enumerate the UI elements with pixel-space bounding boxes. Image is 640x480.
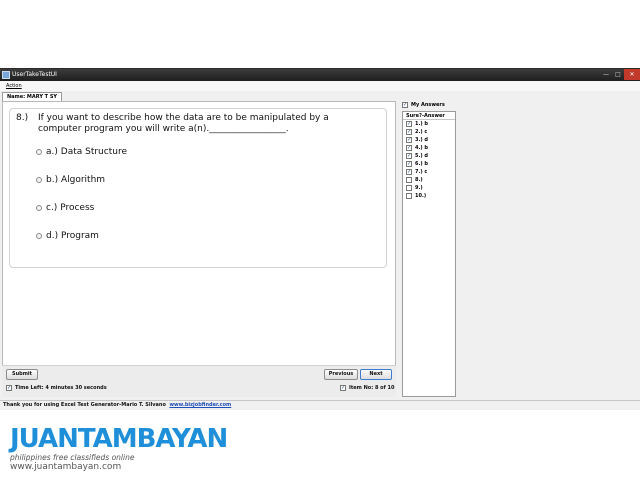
footer-text: Thank you for using Excel Test Generator… xyxy=(3,402,166,408)
checkbox-icon[interactable] xyxy=(406,177,412,183)
option-label: c.) xyxy=(46,203,58,213)
checkbox-checked-icon: ✓ xyxy=(6,385,12,391)
my-answers-label: My Answers xyxy=(411,102,445,108)
answer-rows: ✓ 1.) b ✓ 2.) c ✓ 3.) d ✓ 4.) b ✓ 5.) d ✓ 6.) b ✓ 7.)… xyxy=(403,120,455,200)
option-text: Data Structure xyxy=(60,147,127,157)
checkbox-checked-icon[interactable]: ✓ xyxy=(406,145,412,151)
maximize-icon[interactable]: □ xyxy=(612,69,624,80)
option-text: Algorithm xyxy=(60,175,106,185)
answer-text: 9.) xyxy=(415,185,423,191)
footer-strip: Thank you for using Excel Test Generator… xyxy=(0,400,640,410)
checkbox-checked-icon[interactable]: ✓ xyxy=(406,169,412,175)
menu-bar: Action xyxy=(0,81,640,91)
answer-row[interactable]: ✓ 2.) c xyxy=(403,128,455,136)
app-window: UserTakeTestUI — □ ✕ Action Name: MARY T… xyxy=(0,68,640,410)
window-title: UserTakeTestUI xyxy=(12,71,57,78)
option-label: d.) xyxy=(46,231,59,241)
checkbox-icon[interactable] xyxy=(406,185,412,191)
submit-button[interactable]: Submit xyxy=(6,369,38,380)
checkbox-icon[interactable] xyxy=(406,193,412,199)
checkbox-checked-icon[interactable]: ✓ xyxy=(406,129,412,135)
time-left-status: ✓ Time Left: 4 minutes 30 seconds xyxy=(6,385,107,391)
tab-student-name[interactable]: Name: MARY T SY xyxy=(2,92,63,101)
minimize-icon[interactable]: — xyxy=(600,69,612,80)
checkbox-checked-icon[interactable]: ✓ xyxy=(402,102,408,108)
answer-text: 7.) c xyxy=(415,169,428,175)
logo-url: www.juantambayan.com xyxy=(10,462,122,472)
logo-tagline: philippines free classifieds online xyxy=(10,453,135,462)
checkbox-checked-icon[interactable]: ✓ xyxy=(406,153,412,159)
answer-text: 4.) b xyxy=(415,145,428,151)
radio-button[interactable] xyxy=(36,177,42,183)
window-controls: — □ ✕ xyxy=(600,69,640,81)
option-b[interactable]: b.) Algorithm xyxy=(36,174,105,186)
item-number-text: Item No: 8 of 10 xyxy=(349,385,395,391)
next-button[interactable]: Next xyxy=(360,369,392,380)
answer-text: 8.) xyxy=(415,177,423,183)
question-pane: 8.) If you want to describe how the data… xyxy=(2,101,396,396)
answer-row[interactable]: ✓ 5.) d xyxy=(403,152,455,160)
tab-strip: Name: MARY T SY xyxy=(0,91,400,101)
answer-row[interactable]: ✓ 4.) b xyxy=(403,144,455,152)
answer-row[interactable]: ✓ 3.) d xyxy=(403,136,455,144)
logo-brand: JUANTAMBAYAN xyxy=(10,424,228,454)
radio-button[interactable] xyxy=(36,205,42,211)
option-label: b.) xyxy=(46,175,59,185)
answers-list: Sure?-Answer ✓ 1.) b ✓ 2.) c ✓ 3.) d ✓ 4.) b ✓ 5.… xyxy=(402,111,456,397)
answer-text: 5.) d xyxy=(415,153,428,159)
option-a[interactable]: a.) Data Structure xyxy=(36,146,127,158)
app-icon xyxy=(2,71,10,79)
answer-text: 1.) b xyxy=(415,121,428,127)
watermark-logo: JUANTAMBAYAN philippines free classified… xyxy=(10,424,228,472)
answer-row[interactable]: 8.) xyxy=(403,176,455,184)
checkbox-checked-icon[interactable]: ✓ xyxy=(406,137,412,143)
answer-text: 10.) xyxy=(415,193,427,199)
my-answers-header[interactable]: ✓ My Answers xyxy=(402,102,445,108)
answer-row[interactable]: ✓ 7.) c xyxy=(403,168,455,176)
option-d[interactable]: d.) Program xyxy=(36,230,99,242)
answer-row[interactable]: 10.) xyxy=(403,192,455,200)
title-bar: UserTakeTestUI — □ ✕ xyxy=(0,69,640,81)
footer-link[interactable]: www.bizjobfinder.com xyxy=(169,402,231,408)
answer-row[interactable]: ✓ 1.) b xyxy=(403,120,455,128)
answer-row[interactable]: 9.) xyxy=(403,184,455,192)
radio-button[interactable] xyxy=(36,233,42,239)
close-icon[interactable]: ✕ xyxy=(624,69,640,80)
previous-button[interactable]: Previous xyxy=(324,369,358,380)
question-text: If you want to describe how the data are… xyxy=(38,113,329,134)
time-left-text: Time Left: 4 minutes 30 seconds xyxy=(15,385,107,391)
option-label: a.) xyxy=(46,147,58,157)
answer-text: 3.) d xyxy=(415,137,428,143)
bottom-bar: Submit Previous Next ✓ Time Left: 4 minu… xyxy=(2,365,396,397)
option-text: Process xyxy=(60,203,95,213)
checkbox-checked-icon[interactable]: ✓ xyxy=(406,161,412,167)
radio-button[interactable] xyxy=(36,149,42,155)
answers-column-header: Sure?-Answer xyxy=(403,112,455,120)
answer-text: 2.) c xyxy=(415,129,428,135)
answer-text: 6.) b xyxy=(415,161,428,167)
option-text: Program xyxy=(60,231,99,241)
option-c[interactable]: c.) Process xyxy=(36,202,94,214)
logo-brand-text: JUANTAMBAYAN xyxy=(10,424,228,454)
checkbox-checked-icon[interactable]: ✓ xyxy=(406,121,412,127)
menu-action[interactable]: Action xyxy=(6,83,22,89)
question-box: 8.) If you want to describe how the data… xyxy=(9,108,387,268)
item-number-status: ✓ Item No: 8 of 10 xyxy=(340,385,394,391)
checkbox-checked-icon: ✓ xyxy=(340,385,346,391)
answers-pane: ✓ My Answers Sure?-Answer ✓ 1.) b ✓ 2.) c ✓ 3… xyxy=(400,101,638,397)
answer-row[interactable]: ✓ 6.) b xyxy=(403,160,455,168)
question-number: 8.) xyxy=(16,113,29,123)
